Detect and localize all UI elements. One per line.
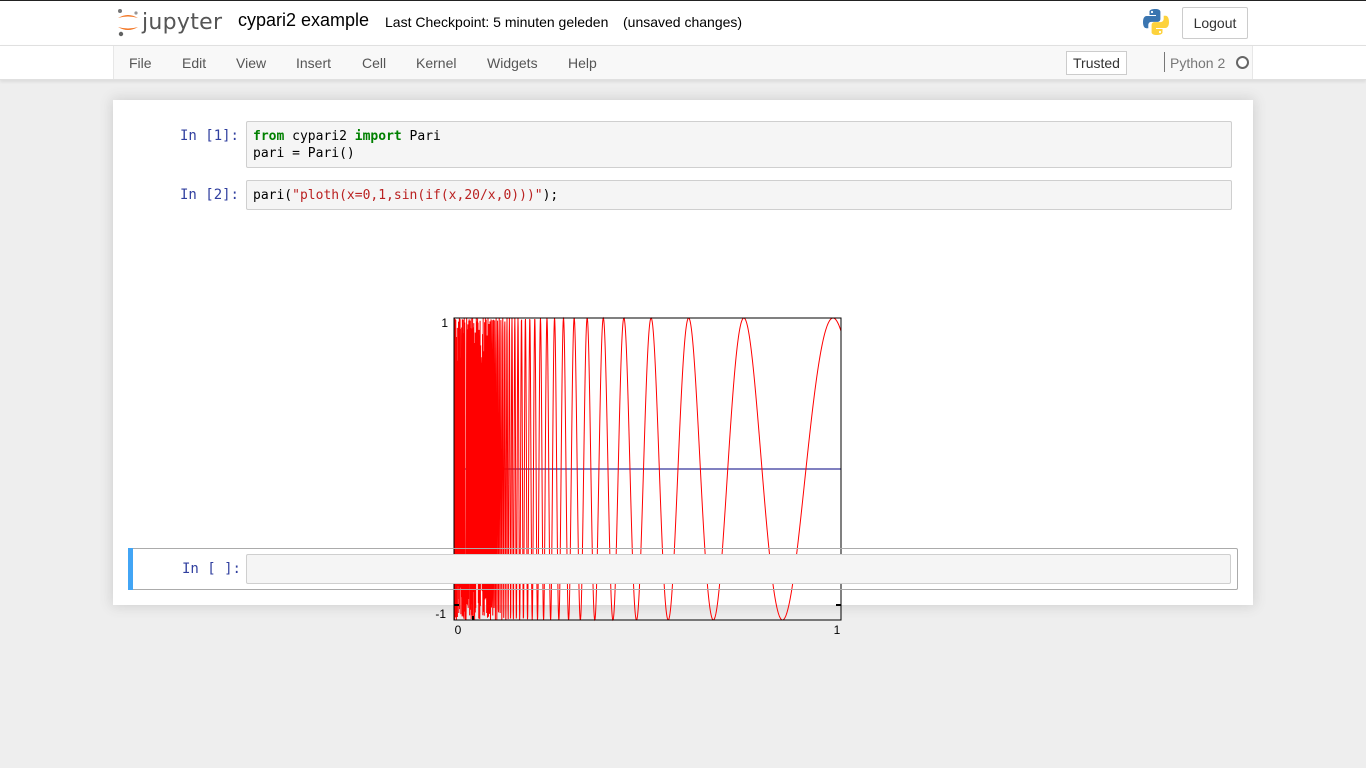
menubar: File Edit View Insert Cell Kernel Widget… bbox=[113, 46, 1253, 79]
menu-kernel[interactable]: Kernel bbox=[416, 55, 456, 71]
code-cell-2[interactable]: In [2]: pari("ploth(x=0,1,sin(if(x,20/x,… bbox=[127, 179, 1237, 211]
code-cell-3[interactable]: In [ ]: bbox=[128, 548, 1238, 590]
code-editor[interactable] bbox=[246, 554, 1231, 584]
code-line: pari("ploth(x=0,1,sin(if(x,20/x,0)))"); bbox=[253, 187, 1225, 204]
menu-insert[interactable]: Insert bbox=[296, 55, 331, 71]
jupyter-logo[interactable]: jupyter bbox=[116, 6, 222, 38]
input-prompt: In [2]: bbox=[179, 187, 239, 203]
menu-help[interactable]: Help bbox=[568, 55, 597, 71]
code-text: ); bbox=[542, 188, 559, 203]
output-plot: 1 -1 0 1 bbox=[418, 312, 848, 647]
code-line: pari = Pari() bbox=[253, 145, 1225, 162]
header: jupyter cypari2 example Last Checkpoint:… bbox=[0, 0, 1366, 45]
checkpoint-status: Last Checkpoint: 5 minuten geleden bbox=[385, 14, 609, 30]
menubar-container: File Edit View Insert Cell Kernel Widget… bbox=[0, 45, 1366, 80]
kernel-name[interactable]: Python 2 bbox=[1170, 55, 1225, 71]
menu-widgets[interactable]: Widgets bbox=[487, 55, 538, 71]
y-tick-label-min: -1 bbox=[435, 607, 446, 621]
menu-view[interactable]: View bbox=[236, 55, 266, 71]
menu-file[interactable]: File bbox=[129, 55, 152, 71]
autosave-status: (unsaved changes) bbox=[623, 14, 743, 30]
code-string: "ploth(x=0,1,sin(if(x,20/x,0)))" bbox=[292, 188, 543, 203]
code-keyword: from bbox=[253, 129, 285, 144]
jupyter-logo-icon bbox=[118, 9, 138, 37]
menu-cell[interactable]: Cell bbox=[362, 55, 386, 71]
python-logo-icon bbox=[1143, 9, 1169, 35]
code-text: cypari2 bbox=[284, 129, 355, 144]
input-prompt: In [1]: bbox=[179, 128, 239, 144]
code-cell-1[interactable]: In [1]: from cypari2 import Pari pari = P… bbox=[127, 120, 1237, 170]
y-tick-label-max: 1 bbox=[441, 316, 448, 330]
code-text: Pari bbox=[401, 129, 441, 144]
code-keyword: import bbox=[354, 129, 402, 144]
menu-edit[interactable]: Edit bbox=[182, 55, 206, 71]
code-editor[interactable]: from cypari2 import Pari pari = Pari() bbox=[246, 121, 1232, 168]
code-line: from cypari2 import Pari bbox=[253, 128, 1225, 145]
notebook-title[interactable]: cypari2 example bbox=[238, 10, 369, 31]
logout-button[interactable]: Logout bbox=[1182, 7, 1248, 39]
kernel-separator bbox=[1164, 52, 1165, 72]
trusted-indicator[interactable]: Trusted bbox=[1066, 51, 1127, 75]
code-text: pari = Pari() bbox=[253, 146, 355, 161]
x-tick-label-max: 1 bbox=[834, 623, 841, 637]
ploth-chart: 1 -1 0 1 bbox=[435, 316, 842, 637]
kernel-idle-indicator-icon bbox=[1236, 56, 1249, 69]
logo-text: jupyter bbox=[142, 9, 223, 35]
notebook-container: In [1]: from cypari2 import Pari pari = P… bbox=[113, 100, 1253, 637]
input-prompt: In [ ]: bbox=[181, 561, 241, 577]
code-editor[interactable]: pari("ploth(x=0,1,sin(if(x,20/x,0)))"); bbox=[246, 180, 1232, 210]
x-tick-label-min: 0 bbox=[455, 623, 462, 637]
code-text: pari( bbox=[253, 188, 293, 203]
